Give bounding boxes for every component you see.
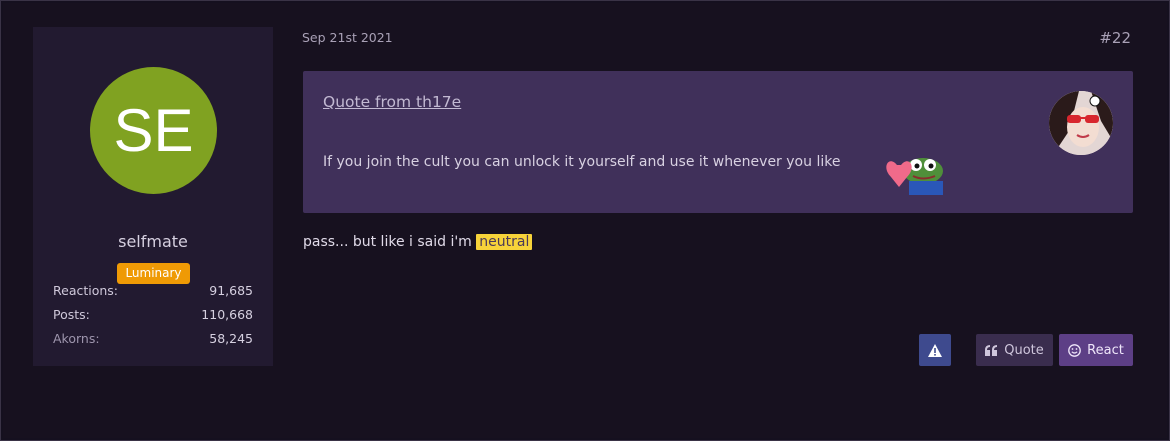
quote-icon bbox=[985, 344, 998, 356]
stat-value: 91,685 bbox=[209, 283, 253, 298]
page-frame: SE selfmate Luminary Reactions: 91,685 P… bbox=[0, 0, 1170, 441]
warning-icon bbox=[928, 343, 942, 357]
quoted-user-avatar[interactable] bbox=[1049, 91, 1113, 155]
post-message: pass... but like i said i'm neutral bbox=[303, 234, 533, 250]
stat-label: Posts: bbox=[53, 307, 90, 322]
user-card: SE selfmate Luminary Reactions: 91,685 P… bbox=[33, 27, 273, 366]
highlighted-word: neutral bbox=[476, 234, 533, 250]
stat-row-posts: Posts: 110,668 bbox=[53, 303, 253, 327]
react-button[interactable]: React bbox=[1059, 334, 1133, 366]
stat-row-akorns: Akorns: 58,245 bbox=[53, 327, 253, 351]
user-avatar[interactable]: SE bbox=[90, 67, 217, 194]
stat-value: 110,668 bbox=[201, 307, 253, 322]
stat-row-reactions: Reactions: 91,685 bbox=[53, 279, 253, 303]
post-date[interactable]: Sep 21st 2021 bbox=[302, 30, 393, 45]
quote-text: If you join the cult you can unlock it y… bbox=[323, 154, 841, 170]
smile-icon bbox=[1068, 343, 1082, 357]
stat-label: Reactions: bbox=[53, 283, 119, 298]
quote-block: Quote from th17e If you join the cult yo… bbox=[303, 71, 1133, 213]
post-number[interactable]: #22 bbox=[1099, 29, 1131, 47]
reply-text: pass... but like i said i'm bbox=[303, 234, 477, 250]
quote-button[interactable]: Quote bbox=[976, 334, 1053, 366]
username[interactable]: selfmate bbox=[33, 232, 273, 251]
user-stats: Reactions: 91,685 Posts: 110,668 Akorns:… bbox=[53, 279, 253, 351]
quote-button-label: Quote bbox=[1004, 342, 1044, 358]
report-button[interactable] bbox=[919, 334, 951, 366]
stat-value: 58,245 bbox=[209, 331, 253, 346]
quote-author-link[interactable]: Quote from th17e bbox=[323, 93, 461, 111]
stat-label: Akorns: bbox=[53, 331, 100, 346]
react-button-label: React bbox=[1087, 342, 1124, 358]
pepe-heart-emoji-icon bbox=[886, 158, 943, 195]
